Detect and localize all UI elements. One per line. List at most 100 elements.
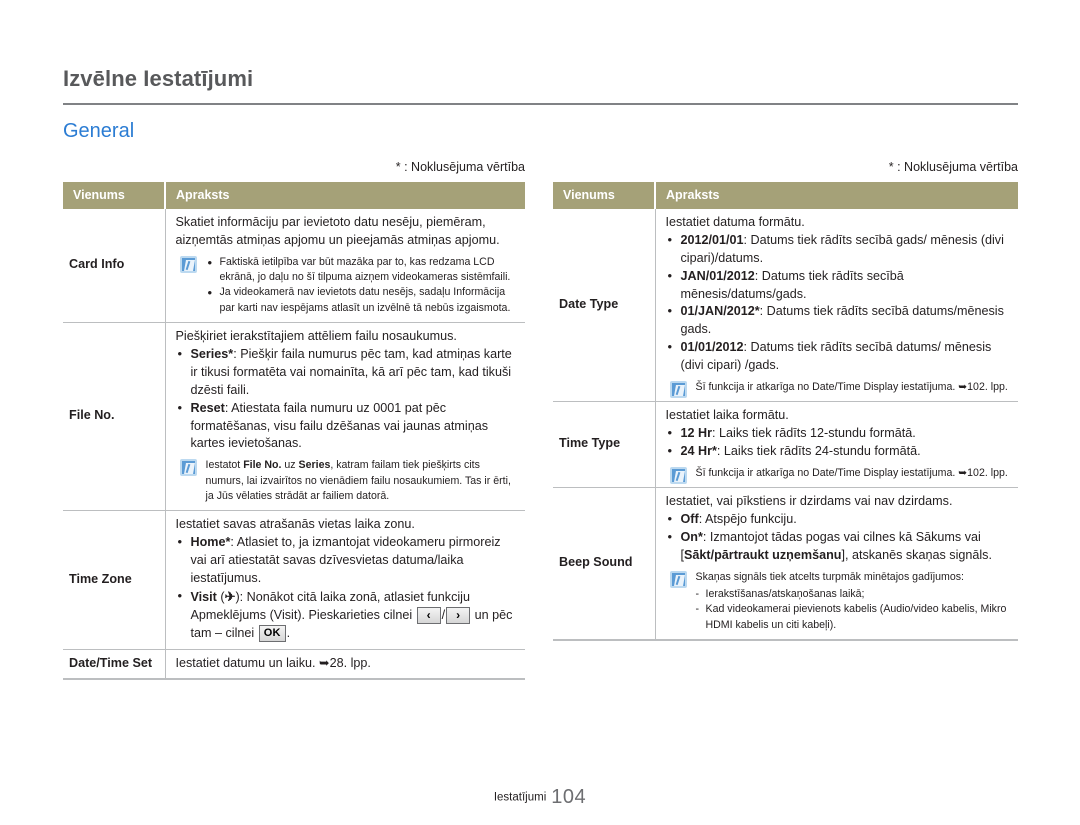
option-term: On* <box>680 529 703 544</box>
table-row: Date/Time Set Iestatiet datumu un laiku.… <box>63 649 525 681</box>
note-block: Šī funkcija ir atkarīga no Date/Time Dis… <box>666 380 1013 398</box>
option-list: 2012/01/01: Datums tiek rādīts secībā ga… <box>666 231 1013 375</box>
note-text-part: uz <box>281 459 299 472</box>
option-item: 2012/01/01: Datums tiek rādīts secībā ga… <box>666 231 1013 268</box>
option-text: Atiestata faila numuru uz 0001 pat pēc f… <box>190 400 489 451</box>
option-item-reset: Reset: Atiestata faila numuru uz 0001 pa… <box>176 399 520 454</box>
setting-name-date-type: Date Type <box>553 209 656 403</box>
key-separator: / <box>441 607 446 622</box>
note-term: File No. <box>243 459 282 472</box>
column-header-description: Apraksts <box>165 182 525 209</box>
note-pencil-icon <box>669 380 687 398</box>
table-row: Card Info Skatiet informāciju par ieviet… <box>63 209 525 324</box>
option-term: JAN/01/2012 <box>680 268 755 283</box>
airplane-icon: ✈ <box>224 588 236 604</box>
setting-description-file-no: Piešķiriet ierakstītajiem attēliem failu… <box>165 322 525 512</box>
default-value-legend-left: * : Noklusējuma vērtība <box>395 160 525 174</box>
next-tab-button[interactable]: › <box>446 606 471 624</box>
description-lead: Iestatiet datumu un laiku. <box>175 655 320 670</box>
setting-name-card-info: Card Info <box>63 209 166 324</box>
prev-tab-button[interactable]: ‹ <box>416 606 441 624</box>
column-header-item: Vienums <box>553 182 656 209</box>
option-text: Atlasiet to, ja izmantojat videokameru p… <box>190 535 501 586</box>
option-term: 01/JAN/2012* <box>680 304 760 319</box>
description-lead: Iestatiet datuma formātu. <box>665 215 805 229</box>
option-separator: : <box>716 443 724 458</box>
option-term: 24 Hr* <box>680 443 717 458</box>
option-term: Home* <box>190 535 231 550</box>
setting-name-time-type: Time Type <box>553 401 656 489</box>
note-text: Šī funkcija ir atkarīga no Date/Time Dis… <box>695 380 1008 393</box>
description-lead: Skatiet informāciju par ievietoto datu n… <box>175 215 500 247</box>
footer-label: Iestatījumi <box>493 791 547 804</box>
table-row: Beep Sound Iestatiet, vai pīkstiens ir d… <box>553 487 1018 642</box>
option-text: Laiks tiek rādīts 12-stundu formātā. <box>719 426 916 441</box>
note-dash-list: Ierakstīšanas/atskaņošanas laikā; Kad vi… <box>696 587 1013 633</box>
option-separator: : <box>754 268 762 283</box>
ok-button[interactable]: OK <box>258 624 286 642</box>
option-term: Off <box>680 512 699 527</box>
option-list: Series*: Piešķir faila numurus pēc tam, … <box>176 345 520 454</box>
setting-name-date-time-set: Date/Time Set <box>63 649 166 681</box>
option-item-home: Home*: Atlasiet to, ja izmantojat videok… <box>176 533 520 588</box>
option-text: Atspējo funkciju. <box>705 512 797 527</box>
table-row: File No. Piešķiriet ierakstītajiem attēl… <box>63 322 525 512</box>
default-value-legend-right: * : Noklusējuma vērtība <box>888 160 1018 174</box>
setting-name-file-no: File No. <box>63 322 166 512</box>
option-item: JAN/01/2012: Datums tiek rādīts secībā m… <box>666 267 1013 304</box>
setting-description-date-type: Iestatiet datuma formātu. 2012/01/01: Da… <box>655 209 1018 403</box>
page-number: 104 <box>551 786 587 808</box>
option-item-series: Series*: Piešķir faila numurus pēc tam, … <box>176 345 520 400</box>
option-term: 01/01/2012 <box>680 340 744 355</box>
note-bullet-item: Faktiskā ietilpība var būt mazāka par to… <box>206 254 520 286</box>
note-block: Iestatot File No. uz Series, katram fail… <box>176 458 520 504</box>
note-dash-item: Ierakstīšanas/atskaņošanas laikā; <box>696 587 1013 603</box>
section-title: General <box>63 120 135 142</box>
option-list: Home*: Atlasiet to, ja izmantojat videok… <box>176 533 520 642</box>
page-reference: ➥28. lpp. <box>319 655 371 670</box>
option-item: 01/01/2012: Datums tiek rādīts secībā da… <box>666 338 1013 375</box>
table-header-row: Vienums Apraksts <box>553 182 1018 209</box>
option-item-on: On*: Izmantojot tādas pogas vai cilnes k… <box>666 528 1013 565</box>
note-dash-item: Kad videokamerai pievienots kabelis (Aud… <box>696 602 1013 633</box>
note-lead: Skaņas signāls tiek atcelts turpmāk minē… <box>695 570 965 583</box>
setting-description-card-info: Skatiet informāciju par ievietoto datu n… <box>165 209 525 324</box>
description-lead: Iestatiet, vai pīkstiens ir dzirdams vai… <box>665 494 953 509</box>
column-header-item: Vienums <box>63 182 166 209</box>
setting-description-beep-sound: Iestatiet, vai pīkstiens ir dzirdams vai… <box>655 487 1018 642</box>
option-term: 2012/01/01 <box>680 232 744 247</box>
note-text: Šī funkcija ir atkarīga no Date/Time Dis… <box>695 466 1008 479</box>
setting-name-beep-sound: Beep Sound <box>553 487 656 642</box>
page-title: Izvēlne Iestatījumi <box>63 66 254 91</box>
option-separator: : <box>712 426 720 441</box>
option-text: Laiks tiek rādīts 24-stundu formātā. <box>723 443 921 458</box>
note-pencil-icon <box>669 570 687 588</box>
option-list: 12 Hr: Laiks tiek rādīts 12-stundu formā… <box>666 424 1013 461</box>
left-column: * : Noklusējuma vērtība Vienums Apraksts… <box>63 158 525 681</box>
option-separator: : <box>743 340 751 355</box>
option-term: Reset <box>190 400 225 415</box>
option-term: 12 Hr <box>680 426 713 441</box>
note-block: Šī funkcija ir atkarīga no Date/Time Dis… <box>666 466 1013 484</box>
option-term: Visit <box>190 589 217 604</box>
column-header-description: Apraksts <box>655 182 1018 209</box>
note-block: Faktiskā ietilpība var būt mazāka par to… <box>176 254 520 316</box>
option-separator: : <box>702 529 710 544</box>
title-divider <box>63 103 1018 105</box>
setting-description-time-zone: Iestatiet savas atrašanās vietas laika z… <box>165 510 525 650</box>
right-column: * : Noklusējuma vērtība Vienums Apraksts… <box>553 158 1018 642</box>
description-lead: Iestatiet laika formātu. <box>665 408 789 423</box>
note-pencil-icon <box>669 466 687 484</box>
option-separator: : <box>759 304 767 319</box>
page-footer: Iestatījumi 104 <box>0 786 1080 809</box>
description-lead: Iestatiet savas atrašanās vietas laika z… <box>175 517 415 532</box>
note-bullet-item: Ja videokamerā nav ievietots datu nesējs… <box>206 284 520 316</box>
note-pencil-icon <box>179 255 197 273</box>
option-item-off: Off: Atspējo funkciju. <box>666 510 1013 529</box>
setting-description-time-type: Iestatiet laika formātu. 12 Hr: Laiks ti… <box>655 401 1018 489</box>
option-item-12hr: 12 Hr: Laiks tiek rādīts 12-stundu formā… <box>666 424 1013 443</box>
general-settings-table-right: Vienums Apraksts Date Type Iestatiet dat… <box>553 182 1018 642</box>
option-separator: : <box>743 232 751 247</box>
option-list: Off: Atspējo funkciju. On*: Izmantojot t… <box>666 510 1013 565</box>
note-text-part: Iestatot <box>205 459 244 472</box>
